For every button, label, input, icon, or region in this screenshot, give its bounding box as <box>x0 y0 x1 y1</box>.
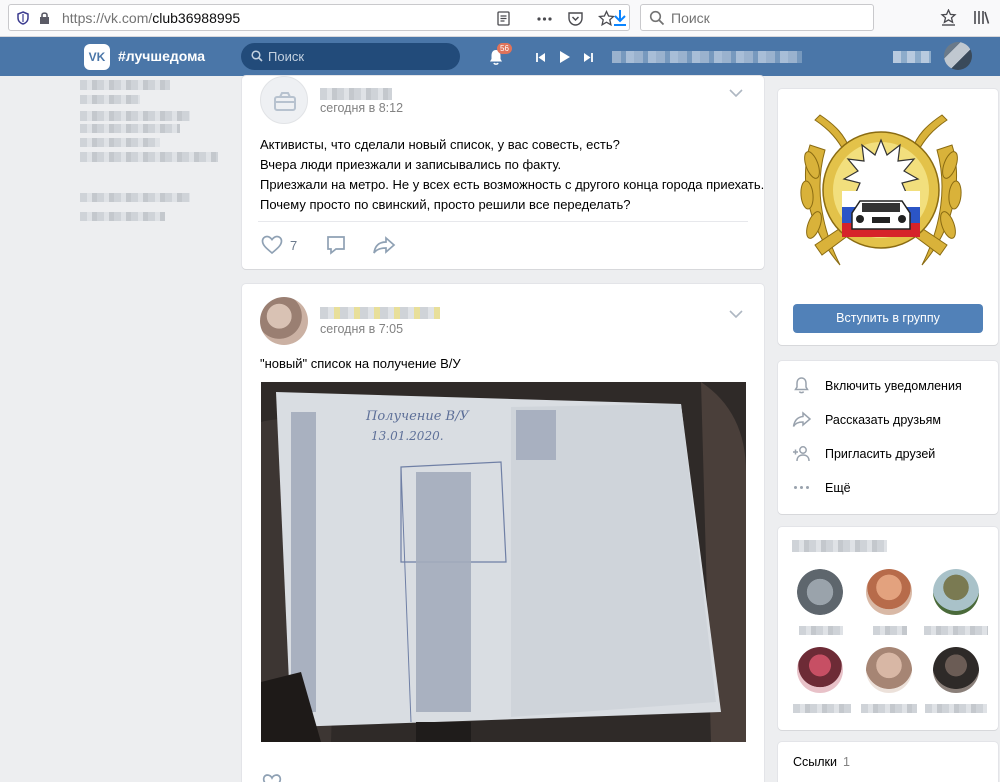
likes-count: 7 <box>290 237 298 253</box>
member-name[interactable] <box>873 626 907 635</box>
previous-track-icon[interactable] <box>535 52 546 63</box>
member-name[interactable] <box>799 626 843 635</box>
post-author-avatar[interactable] <box>260 297 308 345</box>
user-avatar[interactable] <box>944 42 972 70</box>
members-title[interactable] <box>792 540 887 552</box>
more-icon <box>794 486 809 489</box>
post-time[interactable]: сегодня в 7:05 <box>320 322 403 336</box>
library-icon[interactable] <box>973 9 990 26</box>
play-icon[interactable] <box>558 50 571 64</box>
camera-placeholder-icon <box>274 92 296 111</box>
bell-icon <box>794 377 809 394</box>
notifications-badge: 56 <box>497 43 512 54</box>
bookmarks-menu-icon[interactable] <box>940 9 957 26</box>
reader-view-icon[interactable] <box>495 10 512 27</box>
post-time[interactable]: сегодня в 8:12 <box>320 101 403 115</box>
photo-handwritten-title: Получение В/У <box>365 409 470 424</box>
member-name[interactable] <box>924 626 988 635</box>
browser-toolbar: https://vk.com/club36988995 Поиск <box>0 0 1000 37</box>
group-emblem-icon[interactable] <box>790 105 972 277</box>
post-actions: 7 <box>261 235 396 255</box>
address-bar[interactable]: https://vk.com/club36988995 <box>8 4 630 31</box>
like-heart-icon[interactable] <box>261 235 283 255</box>
page-actions-icon[interactable] <box>536 10 553 27</box>
vk-search-input[interactable]: Поиск <box>241 43 460 70</box>
user-name[interactable] <box>893 51 931 63</box>
vk-search-placeholder: Поиск <box>268 49 305 64</box>
enable-notifications-item[interactable]: Включить уведомления <box>792 376 962 395</box>
post-text: "новый" список на получение В/У <box>260 356 461 371</box>
like-heart-icon[interactable] <box>261 773 283 782</box>
member-name[interactable] <box>793 704 851 713</box>
member-avatar[interactable] <box>933 647 979 693</box>
photo-handwritten-date: 13.01.2020. <box>371 429 444 443</box>
post-photo[interactable]: Получение В/У 13.01.2020. <box>261 382 746 742</box>
download-icon[interactable] <box>612 9 628 27</box>
search-icon <box>649 10 665 26</box>
join-group-button[interactable]: Вступить в группу <box>793 304 983 333</box>
vk-header: VK #лучшедома Поиск 56 <box>0 37 1000 76</box>
pocket-icon[interactable] <box>567 10 584 27</box>
next-track-icon[interactable] <box>583 52 594 63</box>
divider <box>258 221 748 222</box>
lock-icon[interactable] <box>39 11 50 25</box>
member-avatar[interactable] <box>933 569 979 615</box>
add-friend-icon <box>793 446 810 462</box>
invite-friends-item[interactable]: Пригласить друзей <box>792 444 935 463</box>
tracking-shield-icon[interactable] <box>17 11 29 25</box>
vk-logo-icon[interactable]: VK <box>84 44 110 70</box>
post-author-name[interactable] <box>320 307 440 319</box>
browser-search-placeholder: Поиск <box>671 10 710 26</box>
member-name[interactable] <box>861 704 917 713</box>
chevron-down-icon[interactable] <box>729 310 743 318</box>
member-avatar[interactable] <box>866 569 912 615</box>
member-avatar[interactable] <box>797 647 843 693</box>
search-icon <box>251 50 263 62</box>
member-avatar[interactable] <box>866 647 912 693</box>
share-arrow-icon[interactable] <box>372 235 396 255</box>
member-name[interactable] <box>925 704 987 713</box>
links-title[interactable]: Ссылки 1 <box>793 755 850 769</box>
post-author-avatar[interactable] <box>260 76 308 124</box>
links-count: 1 <box>843 755 850 769</box>
tell-friends-item[interactable]: Рассказать друзьям <box>792 410 941 429</box>
more-item[interactable]: Ещё <box>792 478 851 497</box>
group-tag-title[interactable]: #лучшедома <box>118 48 205 64</box>
post-actions <box>261 773 283 782</box>
comment-icon[interactable] <box>325 235 347 255</box>
audio-player <box>535 50 594 64</box>
chevron-down-icon[interactable] <box>729 89 743 97</box>
post-author-name[interactable] <box>320 88 392 100</box>
post-text: Активисты, что сделали новый список, у в… <box>260 137 765 212</box>
browser-search-input[interactable]: Поиск <box>640 4 874 31</box>
url-text[interactable]: https://vk.com/club36988995 <box>62 10 240 26</box>
member-avatar[interactable] <box>797 569 843 615</box>
now-playing-track[interactable] <box>612 51 802 63</box>
share-icon <box>792 411 811 427</box>
photo-paper-list: Получение В/У 13.01.2020. <box>261 382 746 742</box>
